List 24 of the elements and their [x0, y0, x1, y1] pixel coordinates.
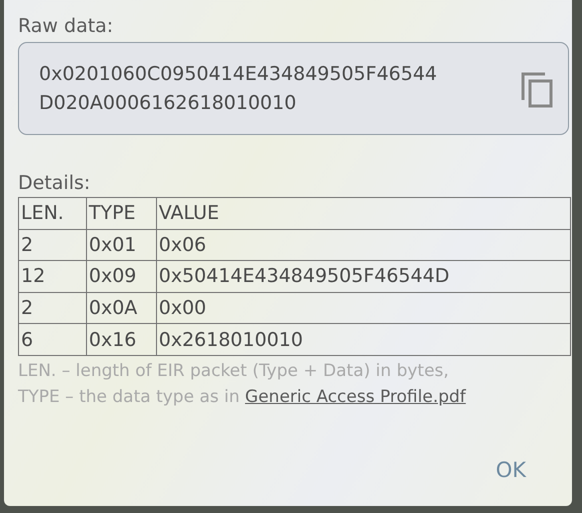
profile-link[interactable]: Generic Access Profile.pdf	[245, 386, 466, 407]
copy-icon[interactable]	[520, 70, 554, 108]
table-cell: 0x16	[86, 324, 156, 356]
table-cell: 0x06	[156, 229, 570, 261]
table-cell: 0x50414E434849505F46544D	[156, 260, 570, 292]
legend-text: LEN. – length of EIR packet (Type + Data) in bytes,	[18, 360, 450, 383]
raw-data-value: D020A0006162618010010	[39, 90, 298, 116]
table-cell: 0x09	[86, 260, 156, 292]
column-header: TYPE	[86, 198, 156, 230]
column-header: VALUE	[156, 198, 570, 230]
raw-data-label: Raw data:	[18, 14, 114, 38]
table-cell: 6	[18, 324, 86, 356]
table-cell: 2	[18, 292, 86, 324]
raw-data-value: 0x0201060C0950414E434849505F46544	[39, 62, 438, 86]
legend-text: TYPE – the data type as in Generic Access Profile.pdf	[18, 386, 467, 409]
table-cell: 0x01	[86, 229, 156, 261]
table-cell: 2	[18, 229, 86, 261]
table-cell: 12	[18, 260, 86, 292]
ok-button[interactable]: OK	[488, 452, 534, 488]
table-cell: 0x00	[156, 292, 570, 324]
details-label: Details:	[18, 171, 92, 195]
table-cell: 0x0A	[86, 292, 156, 324]
column-header: LEN.	[18, 198, 86, 230]
table-cell: 0x2618010010	[156, 324, 570, 356]
